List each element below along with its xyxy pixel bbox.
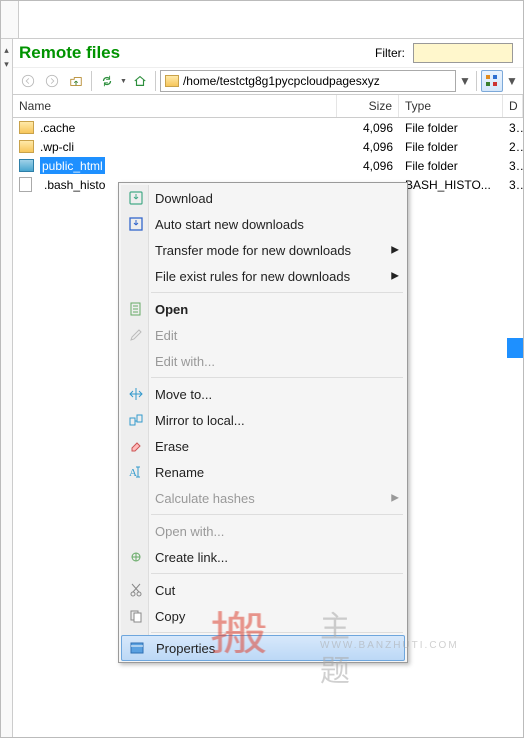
menu-cut[interactable]: Cut: [121, 577, 405, 603]
erase-icon: [127, 437, 145, 455]
menu-calc-hashes: Calculate hashes▶: [121, 485, 405, 511]
filter-label: Filter:: [375, 46, 405, 60]
menu-open[interactable]: Open: [121, 296, 405, 322]
menu-copy[interactable]: Copy: [121, 603, 405, 629]
col-type[interactable]: Type: [399, 95, 503, 117]
svg-text:A: A: [129, 467, 137, 479]
path-drop-icon[interactable]: ▼: [458, 74, 472, 88]
menu-autostart[interactable]: Auto start new downloads: [121, 211, 405, 237]
table-row[interactable]: .wp-cli 4,096 File folder 2,: [13, 137, 523, 156]
submenu-arrow-icon: ▶: [391, 271, 399, 282]
submenu-arrow-icon: ▶: [391, 493, 399, 504]
menu-erase[interactable]: Erase: [121, 433, 405, 459]
properties-icon: [128, 639, 146, 657]
filter-input[interactable]: [413, 43, 513, 63]
menu-file-exist[interactable]: File exist rules for new downloads▶: [121, 263, 405, 289]
menu-open-with: Open with...: [121, 518, 405, 544]
right-highlight: [507, 338, 523, 358]
col-name[interactable]: Name: [13, 95, 337, 117]
file-icon: [19, 177, 32, 192]
path-text: /home/testctg8g1pycpcloudpagesxyz: [183, 74, 380, 88]
cut-icon: [127, 581, 145, 599]
nav-toolbar: ▼ /home/testctg8g1pycpcloudpagesxyz ▼ ▼: [13, 68, 523, 95]
download-icon: [127, 189, 145, 207]
open-icon: [127, 300, 145, 318]
menu-edit: Edit: [121, 322, 405, 348]
menu-mirror[interactable]: Mirror to local...: [121, 407, 405, 433]
autostart-icon: [127, 215, 145, 233]
submenu-arrow-icon: ▶: [391, 245, 399, 256]
vertical-toolbar: ▴ ▾: [1, 39, 13, 737]
home-button[interactable]: [129, 70, 151, 92]
menu-transfer-mode[interactable]: Transfer mode for new downloads▶: [121, 237, 405, 263]
col-d[interactable]: D: [503, 95, 523, 117]
refresh-button[interactable]: [96, 70, 118, 92]
link-icon: [127, 548, 145, 566]
forward-button[interactable]: [41, 70, 63, 92]
folder-icon: [19, 121, 34, 134]
table-row[interactable]: public_html 4,096 File folder 3,: [13, 156, 523, 175]
menu-edit-with: Edit with...: [121, 348, 405, 374]
view-drop-icon[interactable]: ▼: [505, 74, 519, 88]
menu-move-to[interactable]: Move to...: [121, 381, 405, 407]
table-row[interactable]: .cache 4,096 File folder 3,: [13, 118, 523, 137]
list-header: Name Size Type D: [13, 95, 523, 118]
folder-icon: [19, 159, 34, 172]
view-mode-button[interactable]: [481, 70, 503, 92]
panel-title: Remote files: [19, 43, 367, 63]
edit-icon: [127, 326, 145, 344]
caret-down-icon[interactable]: ▾: [4, 59, 9, 70]
menu-rename[interactable]: A Rename: [121, 459, 405, 485]
left-gutter: [1, 1, 19, 38]
path-input[interactable]: /home/testctg8g1pycpcloudpagesxyz: [160, 70, 456, 92]
context-menu: Download Auto start new downloads Transf…: [118, 182, 408, 663]
folder-icon: [19, 140, 34, 153]
menu-properties[interactable]: Properties: [121, 635, 405, 661]
back-button[interactable]: [17, 70, 39, 92]
col-size[interactable]: Size: [337, 95, 399, 117]
menu-create-link[interactable]: Create link...: [121, 544, 405, 570]
mirror-icon: [127, 411, 145, 429]
move-icon: [127, 385, 145, 403]
folder-icon: [165, 75, 179, 87]
rename-icon: A: [127, 463, 145, 481]
refresh-drop-icon[interactable]: ▼: [120, 78, 127, 85]
selected-file: public_html: [40, 157, 105, 174]
copy-icon: [127, 607, 145, 625]
menu-download[interactable]: Download: [121, 185, 405, 211]
caret-up-icon[interactable]: ▴: [4, 45, 9, 56]
up-button[interactable]: [65, 70, 87, 92]
